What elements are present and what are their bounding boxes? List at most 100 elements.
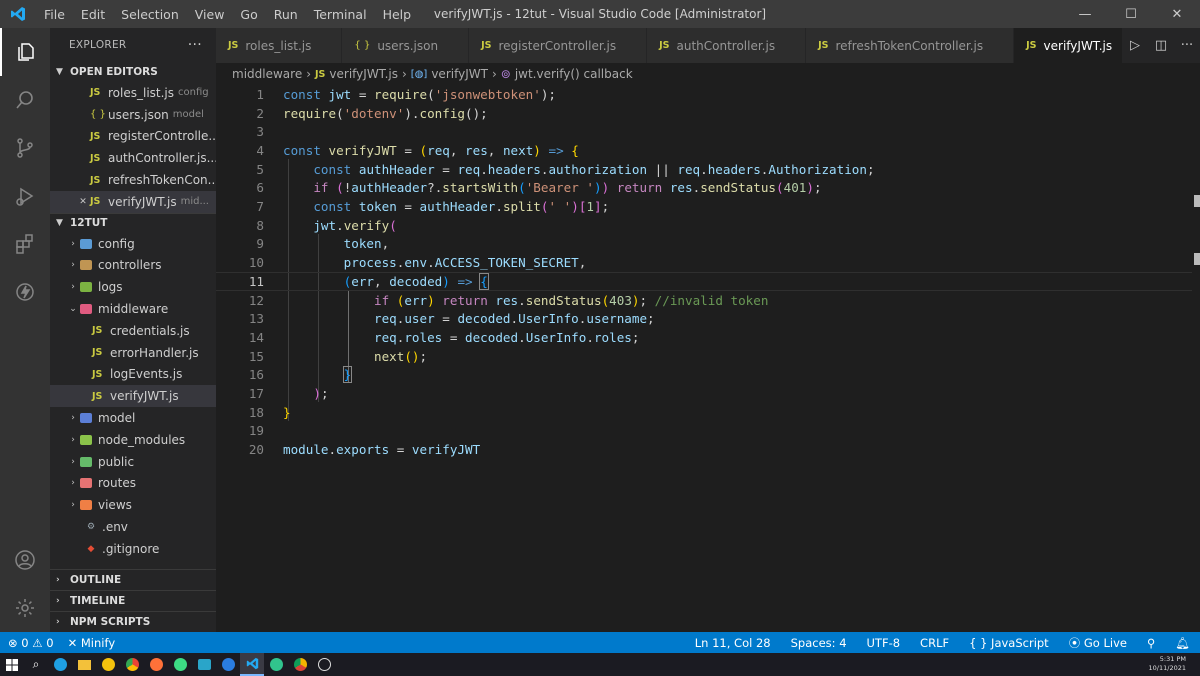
file-explorer-icon[interactable] (72, 653, 96, 676)
tree-folder[interactable]: › views (50, 494, 216, 516)
minimize-button[interactable]: — (1062, 0, 1108, 28)
windows-start-icon[interactable] (0, 653, 24, 676)
more-actions-button[interactable]: ··· (188, 37, 202, 53)
encoding[interactable]: UTF-8 (867, 636, 901, 650)
system-clock[interactable]: 5:31 PM 10/11/2021 (1149, 655, 1186, 673)
tree-file[interactable]: JS verifyJWT.js (50, 385, 216, 408)
outline-section[interactable]: › OUTLINE (50, 569, 216, 590)
open-editors-section[interactable]: ▼ OPEN EDITORS (50, 62, 216, 82)
explorer-icon[interactable] (0, 28, 50, 76)
split-editor-icon[interactable]: ◫ (1148, 38, 1174, 53)
breadcrumb-symbol[interactable]: verifyJWT (431, 67, 488, 81)
run-debug-icon[interactable] (0, 172, 50, 220)
notifications-bell-icon[interactable]: 🔔︎ (1175, 636, 1190, 650)
tree-folder[interactable]: ⌄ middleware (50, 298, 216, 320)
feedback-icon[interactable]: ⚲ (1147, 636, 1155, 650)
tree-folder[interactable]: › config (50, 233, 216, 255)
editor-tab[interactable]: JS registerController.js (469, 28, 648, 63)
tree-file[interactable]: JS logEvents.js (50, 364, 216, 386)
chrome-canary-icon[interactable] (288, 653, 312, 676)
extensions-icon[interactable] (0, 220, 50, 268)
line-number: 18 (248, 404, 264, 420)
cursor-position[interactable]: Ln 11, Col 28 (695, 636, 771, 650)
title-bar: File Edit Selection View Go Run Terminal… (0, 0, 1200, 28)
editor-tab[interactable]: JS authController.js (647, 28, 807, 63)
npm-scripts-section[interactable]: › NPM SCRIPTS (50, 611, 216, 632)
tree-item-label: middleware (98, 302, 169, 317)
tree-file[interactable]: JS credentials.js (50, 320, 216, 342)
menu-help[interactable]: Help (375, 7, 420, 22)
app-icon-teal[interactable] (192, 653, 216, 676)
menu-file[interactable]: File (36, 7, 73, 22)
tab-label: users.json (377, 38, 439, 53)
js-file-icon: JS (481, 40, 492, 51)
open-editor-item[interactable]: { } users.json model (50, 104, 216, 126)
js-file-icon: JS (92, 368, 103, 380)
language-mode[interactable]: { } JavaScript (969, 636, 1049, 650)
window-controls: — ☐ ✕ (1062, 0, 1200, 28)
source-control-icon[interactable] (0, 124, 50, 172)
tree-file[interactable]: ⚙ .env (50, 516, 216, 538)
chrome-icon[interactable] (120, 653, 144, 676)
account-icon[interactable] (0, 536, 50, 584)
edge-icon[interactable] (48, 653, 72, 676)
firefox-icon[interactable] (144, 653, 168, 676)
menu-terminal[interactable]: Terminal (306, 7, 375, 22)
menu-selection[interactable]: Selection (113, 7, 187, 22)
settings-gear-icon[interactable] (0, 584, 50, 632)
firefox-dev-icon[interactable] (216, 653, 240, 676)
folder-icon (80, 434, 92, 445)
minify-label: Minify (80, 635, 116, 650)
open-editor-item[interactable]: JS roles_list.js config (50, 82, 216, 104)
tree-folder[interactable]: › routes (50, 473, 216, 495)
chevron-right-icon: › (71, 413, 75, 424)
editor-tab[interactable]: JS refreshTokenController.js (806, 28, 1015, 63)
app-icon-green[interactable] (168, 653, 192, 676)
timeline-label: TIMELINE (70, 595, 126, 607)
tree-folder[interactable]: › public (50, 451, 216, 473)
gear-icon: ⚙ (86, 522, 96, 533)
thunder-client-icon[interactable] (0, 268, 50, 316)
tree-file[interactable]: ◆ .gitignore (50, 538, 216, 560)
tree-file[interactable]: JS errorHandler.js (50, 342, 216, 364)
breadcrumb-folder[interactable]: middleware (232, 67, 302, 81)
run-file-icon[interactable]: ▷ (1122, 38, 1148, 53)
line-number: 1 (256, 86, 264, 102)
open-editor-item[interactable]: JS authController.js... (50, 147, 216, 169)
folder-icon (80, 304, 92, 315)
menu-edit[interactable]: Edit (73, 7, 113, 22)
editor-tab[interactable]: { } users.json (342, 28, 470, 63)
search-icon[interactable]: ⌕ (24, 653, 48, 676)
open-editor-item[interactable]: JS refreshTokenCon... (50, 169, 216, 191)
search-icon[interactable] (0, 76, 50, 124)
tree-folder[interactable]: › node_modules (50, 429, 216, 451)
app-icon-mint[interactable] (264, 653, 288, 676)
timeline-section[interactable]: › TIMELINE (50, 590, 216, 611)
indentation[interactable]: Spaces: 4 (791, 636, 847, 650)
end-of-line[interactable]: CRLF (920, 636, 949, 650)
open-editor-item[interactable]: ✕ JS verifyJWT.js mid... (50, 190, 216, 213)
close-window-button[interactable]: ✕ (1154, 0, 1200, 28)
menu-go[interactable]: Go (232, 7, 265, 22)
tree-folder[interactable]: › model (50, 407, 216, 429)
open-editor-item[interactable]: JS registerControlle... (50, 126, 216, 148)
menu-view[interactable]: View (187, 7, 233, 22)
tree-item-label: node_modules (98, 432, 186, 447)
breadcrumb-callback[interactable]: jwt.verify() callback (515, 67, 633, 81)
vscode-taskbar-icon[interactable] (240, 653, 264, 676)
more-icon[interactable]: ··· (1174, 38, 1200, 53)
maximize-button[interactable]: ☐ (1108, 0, 1154, 28)
tree-folder[interactable]: › controllers (50, 255, 216, 277)
project-section[interactable]: ▼ 12TUT (50, 212, 216, 233)
code-editor[interactable]: 1 const jwt = require('jsonwebtoken'); 2r… (216, 85, 1200, 632)
app-icon-outline[interactable] (312, 653, 336, 676)
app-icon-yellow[interactable] (96, 653, 120, 676)
close-icon[interactable]: ✕ (76, 197, 90, 207)
menu-run[interactable]: Run (266, 7, 306, 22)
breadcrumb-file[interactable]: verifyJWT.js (329, 67, 398, 81)
tree-folder[interactable]: › logs (50, 276, 216, 298)
go-live-button[interactable]: ⦿ Go Live (1069, 635, 1127, 651)
minify-button[interactable]: ✕ Minify (68, 636, 116, 650)
editor-tab[interactable]: JS roles_list.js (216, 28, 343, 63)
problems-indicator[interactable]: ⊗ 0 ⚠ 0 (8, 636, 54, 650)
